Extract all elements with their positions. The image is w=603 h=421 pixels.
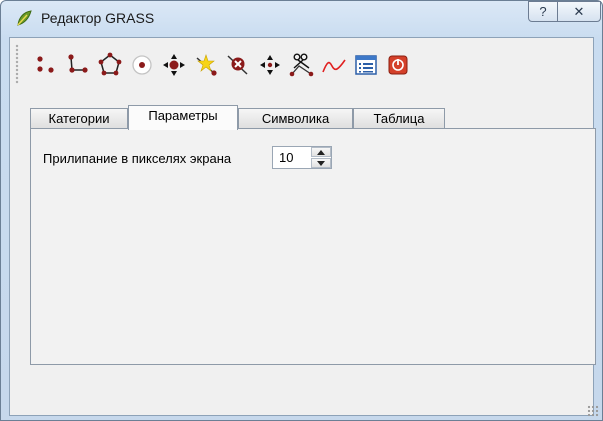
new-centroid-icon[interactable] xyxy=(129,52,155,78)
new-boundary-icon[interactable] xyxy=(97,52,123,78)
new-point-icon[interactable] xyxy=(34,52,60,78)
editor-toolbar xyxy=(10,38,593,90)
grass-editor-window: Редактор GRASS ? ✕ Категории Параметры С… xyxy=(0,0,603,421)
editor-frame: Категории Параметры Символика Таблица Пр… xyxy=(9,37,596,416)
snap-pixels-spinbox[interactable]: 10 xyxy=(272,146,332,169)
tab-table[interactable]: Таблица xyxy=(353,108,445,129)
close-button[interactable]: ✕ xyxy=(557,1,601,22)
tab-categories[interactable]: Категории xyxy=(30,108,128,129)
add-vertex-icon[interactable] xyxy=(193,52,219,78)
toolbar-grip[interactable] xyxy=(15,44,19,84)
move-vertex-icon[interactable] xyxy=(161,52,187,78)
tab-parameters[interactable]: Параметры xyxy=(128,105,238,130)
delete-vertex-icon[interactable] xyxy=(225,52,251,78)
close-editor-icon[interactable] xyxy=(385,52,411,78)
title-bar[interactable]: Редактор GRASS ? ✕ xyxy=(1,1,602,37)
move-element-icon[interactable] xyxy=(257,52,283,78)
grass-leaf-icon xyxy=(15,9,33,27)
new-line-icon[interactable] xyxy=(65,52,91,78)
spin-up-arrow-icon[interactable] xyxy=(311,147,331,157)
help-button[interactable]: ? xyxy=(528,1,558,22)
resize-grip[interactable] xyxy=(587,405,599,417)
spin-down-arrow-icon[interactable] xyxy=(311,158,331,168)
window-title: Редактор GRASS xyxy=(41,10,155,26)
attributes-icon[interactable] xyxy=(353,52,379,78)
parameters-panel: Прилипание в пикселях экрана 10 xyxy=(30,128,596,365)
split-line-icon[interactable] xyxy=(289,52,315,78)
snap-label: Прилипание в пикселях экрана xyxy=(43,151,232,166)
edit-line-icon[interactable] xyxy=(321,52,347,78)
tab-symbology[interactable]: Символика xyxy=(238,108,353,129)
snap-value[interactable]: 10 xyxy=(279,150,293,165)
